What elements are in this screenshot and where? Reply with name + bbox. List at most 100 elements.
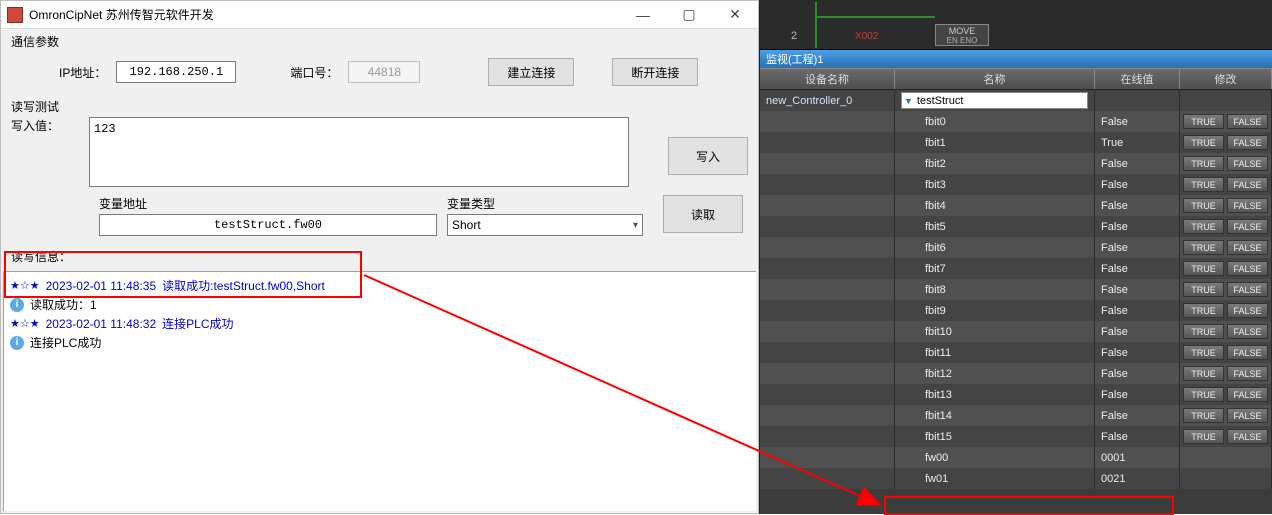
watch-value-cell[interactable]: False (1095, 153, 1180, 174)
set-true-button[interactable]: TRUE (1183, 114, 1224, 129)
watch-row[interactable]: fbit14FalseTRUEFALSE (760, 405, 1272, 426)
set-false-button[interactable]: FALSE (1227, 408, 1268, 423)
connect-button[interactable]: 建立连接 (488, 58, 574, 86)
watch-name-cell[interactable]: fbit0 (895, 111, 1095, 132)
set-true-button[interactable]: TRUE (1183, 240, 1224, 255)
watch-value-cell[interactable]: 0001 (1095, 447, 1180, 468)
watch-row[interactable]: fbit11FalseTRUEFALSE (760, 342, 1272, 363)
watch-name-cell[interactable]: fbit6 (895, 237, 1095, 258)
watch-header-modify[interactable]: 修改 (1180, 69, 1272, 89)
watch-name-cell[interactable]: fbit13 (895, 384, 1095, 405)
watch-value-cell[interactable]: False (1095, 174, 1180, 195)
watch-value-cell[interactable]: False (1095, 195, 1180, 216)
set-true-button[interactable]: TRUE (1183, 303, 1224, 318)
watch-row[interactable]: fbit0FalseTRUEFALSE (760, 111, 1272, 132)
watch-name-cell[interactable]: fbit8 (895, 279, 1095, 300)
watch-value-cell[interactable]: False (1095, 384, 1180, 405)
watch-name-cell[interactable]: fbit14 (895, 405, 1095, 426)
watch-value-cell[interactable]: 0021 (1095, 468, 1180, 489)
watch-row[interactable]: fbit15FalseTRUEFALSE (760, 426, 1272, 447)
watch-row[interactable]: fbit6FalseTRUEFALSE (760, 237, 1272, 258)
set-false-button[interactable]: FALSE (1227, 114, 1268, 129)
read-button[interactable]: 读取 (663, 195, 743, 233)
set-false-button[interactable]: FALSE (1227, 366, 1268, 381)
watch-value-cell[interactable]: False (1095, 405, 1180, 426)
instruction-block[interactable]: MOVE EN ENO (935, 24, 989, 46)
set-true-button[interactable]: TRUE (1183, 345, 1224, 360)
set-true-button[interactable]: TRUE (1183, 324, 1224, 339)
set-false-button[interactable]: FALSE (1227, 261, 1268, 276)
watch-row[interactable]: fw010021 (760, 468, 1272, 489)
log-area[interactable]: ★☆★2023-02-01 11:48:35读取成功:testStruct.fw… (3, 271, 756, 511)
set-true-button[interactable]: TRUE (1183, 408, 1224, 423)
set-false-button[interactable]: FALSE (1227, 429, 1268, 444)
watch-name-cell[interactable]: fw00 (895, 447, 1095, 468)
watch-value-cell[interactable]: False (1095, 111, 1180, 132)
watch-name-cell[interactable]: fw01 (895, 468, 1095, 489)
watch-panel-title[interactable]: 监视(工程)1 (760, 50, 1272, 68)
watch-row[interactable]: fbit5FalseTRUEFALSE (760, 216, 1272, 237)
watch-name-cell[interactable]: fbit7 (895, 258, 1095, 279)
write-button[interactable]: 写入 (668, 137, 748, 175)
set-true-button[interactable]: TRUE (1183, 282, 1224, 297)
set-true-button[interactable]: TRUE (1183, 219, 1224, 234)
watch-value-cell[interactable]: False (1095, 216, 1180, 237)
set-false-button[interactable]: FALSE (1227, 324, 1268, 339)
set-false-button[interactable]: FALSE (1227, 177, 1268, 192)
watch-body[interactable]: new_Controller_0▼testStructfbit0FalseTRU… (760, 90, 1272, 514)
set-false-button[interactable]: FALSE (1227, 387, 1268, 402)
set-true-button[interactable]: TRUE (1183, 387, 1224, 402)
var-address-input[interactable]: testStruct.fw00 (99, 214, 437, 236)
watch-row[interactable]: fbit4FalseTRUEFALSE (760, 195, 1272, 216)
set-false-button[interactable]: FALSE (1227, 135, 1268, 150)
watch-value-cell[interactable]: False (1095, 237, 1180, 258)
watch-value-cell[interactable]: False (1095, 321, 1180, 342)
watch-row[interactable]: fbit13FalseTRUEFALSE (760, 384, 1272, 405)
set-true-button[interactable]: TRUE (1183, 429, 1224, 444)
watch-header-device[interactable]: 设备名称 (760, 69, 895, 89)
watch-name-cell[interactable]: fbit12 (895, 363, 1095, 384)
watch-name-cell[interactable]: fbit15 (895, 426, 1095, 447)
set-false-button[interactable]: FALSE (1227, 345, 1268, 360)
watch-device-cell[interactable]: new_Controller_0 (760, 90, 895, 111)
watch-name-cell[interactable]: fbit11 (895, 342, 1095, 363)
watch-value-cell[interactable]: True (1095, 132, 1180, 153)
disconnect-button[interactable]: 断开连接 (612, 58, 698, 86)
watch-value-cell[interactable]: False (1095, 342, 1180, 363)
watch-row[interactable]: fbit1TrueTRUEFALSE (760, 132, 1272, 153)
watch-row[interactable]: fbit12FalseTRUEFALSE (760, 363, 1272, 384)
set-true-button[interactable]: TRUE (1183, 366, 1224, 381)
close-button[interactable]: ✕ (712, 1, 758, 29)
maximize-button[interactable]: ▢ (666, 1, 712, 29)
watch-row[interactable]: fw000001 (760, 447, 1272, 468)
watch-value-cell[interactable]: False (1095, 300, 1180, 321)
watch-value-cell[interactable]: False (1095, 279, 1180, 300)
titlebar[interactable]: OmronCipNet 苏州传智元软件开发 — ▢ ✕ (1, 1, 758, 29)
watch-row[interactable]: fbit8FalseTRUEFALSE (760, 279, 1272, 300)
watch-name-cell[interactable]: fbit10 (895, 321, 1095, 342)
set-true-button[interactable]: TRUE (1183, 261, 1224, 276)
watch-name-cell[interactable]: fbit5 (895, 216, 1095, 237)
minimize-button[interactable]: — (620, 1, 666, 29)
set-true-button[interactable]: TRUE (1183, 156, 1224, 171)
set-false-button[interactable]: FALSE (1227, 240, 1268, 255)
watch-row[interactable]: fbit7FalseTRUEFALSE (760, 258, 1272, 279)
watch-row[interactable]: fbit9FalseTRUEFALSE (760, 300, 1272, 321)
watch-name-cell[interactable]: fbit3 (895, 174, 1095, 195)
watch-name-cell[interactable]: fbit2 (895, 153, 1095, 174)
write-value-input[interactable] (89, 117, 629, 187)
set-false-button[interactable]: FALSE (1227, 219, 1268, 234)
watch-row[interactable]: fbit3FalseTRUEFALSE (760, 174, 1272, 195)
watch-row-struct[interactable]: new_Controller_0▼testStruct (760, 90, 1272, 111)
watch-value-cell[interactable]: False (1095, 426, 1180, 447)
ladder-editor[interactable]: 2 X002 MOVE EN ENO (760, 0, 1272, 50)
watch-value-cell[interactable]: False (1095, 258, 1180, 279)
set-false-button[interactable]: FALSE (1227, 282, 1268, 297)
watch-row[interactable]: fbit10FalseTRUEFALSE (760, 321, 1272, 342)
set-false-button[interactable]: FALSE (1227, 156, 1268, 171)
ip-input[interactable]: 192.168.250.1 (116, 61, 236, 83)
set-true-button[interactable]: TRUE (1183, 198, 1224, 213)
set-false-button[interactable]: FALSE (1227, 303, 1268, 318)
watch-header-value[interactable]: 在线值 (1095, 69, 1180, 89)
set-true-button[interactable]: TRUE (1183, 177, 1224, 192)
